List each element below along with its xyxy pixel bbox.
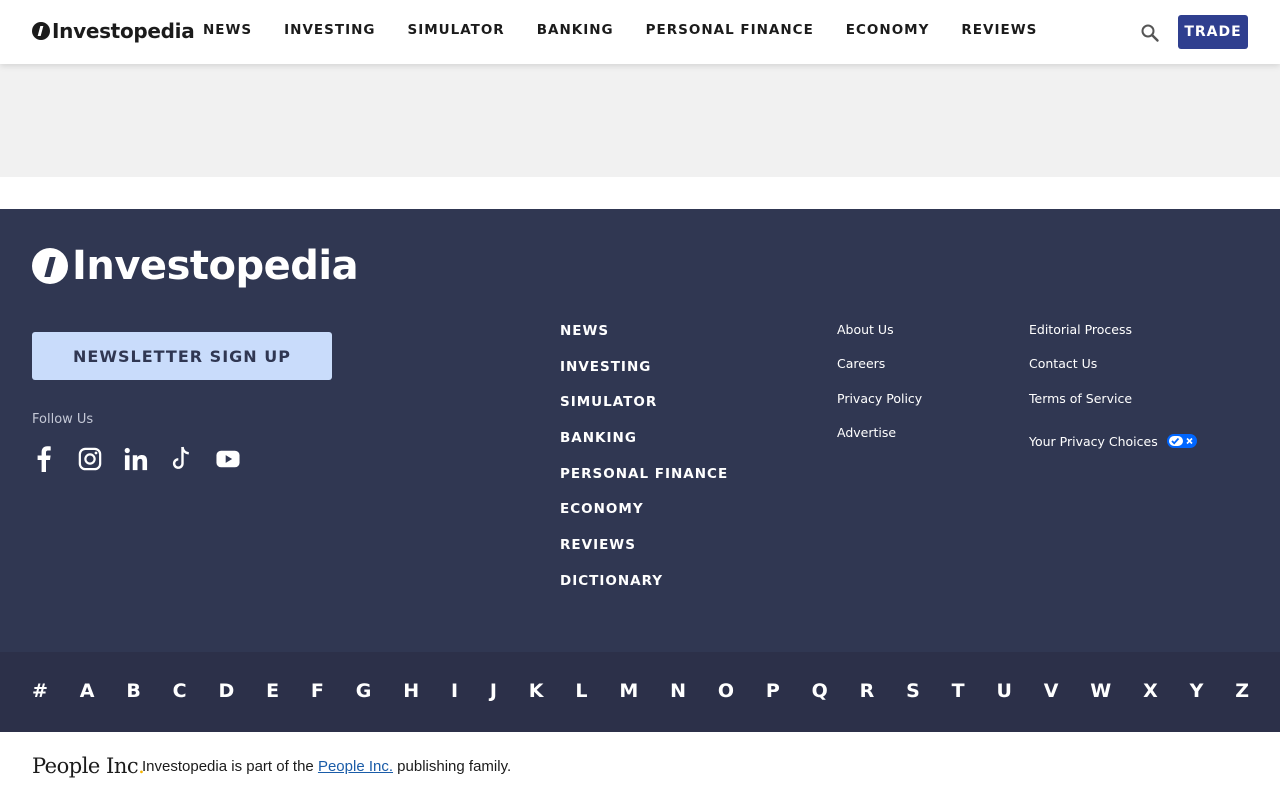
contact-us-link[interactable]: Contact Us [1029,355,1197,389]
advertise-link[interactable]: Advertise [837,424,922,458]
logo-mark-icon [32,22,50,40]
about-us-link[interactable]: About Us [837,321,922,355]
alpha-link[interactable]: Y [1190,680,1204,702]
footer-logo-text: Investopedia [72,243,359,289]
investopedia-logo[interactable]: Investopedia [32,19,195,43]
footer-links-col1: About Us Careers Privacy Policy Advertis… [837,321,922,458]
follow-us-label: Follow Us [32,412,94,427]
nav-reviews[interactable]: REVIEWS [961,22,1037,38]
alpha-link[interactable]: N [670,680,686,702]
people-inc-logo[interactable]: People Inc. [32,754,145,778]
logo-text: Investopedia [52,19,195,43]
alpha-link[interactable]: A [80,680,95,702]
footer-links-col2: Editorial Process Contact Us Terms of Se… [1029,321,1197,458]
footer-nav-simulator[interactable]: SIMULATOR [560,392,728,428]
alpha-link[interactable]: F [311,680,324,702]
alpha-link[interactable]: E [266,680,279,702]
facebook-icon[interactable] [32,446,56,472]
nav-banking[interactable]: BANKING [537,22,614,38]
privacy-choices-label: Your Privacy Choices [1029,433,1158,449]
privacy-policy-link[interactable]: Privacy Policy [837,390,922,424]
nav-economy[interactable]: ECONOMY [846,22,930,38]
footer-logo-mark-icon [32,248,68,284]
alpha-link[interactable]: V [1044,680,1059,702]
footer-nav-reviews[interactable]: REVIEWS [560,535,728,571]
footer-nav-personal-finance[interactable]: PERSONAL FINANCE [560,464,728,500]
ad-placeholder [0,64,1280,177]
footer-nav-investing[interactable]: INVESTING [560,357,728,393]
social-links [32,446,262,472]
alpha-link[interactable]: Q [812,680,828,702]
editorial-process-link[interactable]: Editorial Process [1029,321,1197,355]
alpha-link[interactable]: # [32,680,48,702]
alpha-link[interactable]: O [718,680,734,702]
publisher-text-after: publishing family. [393,758,512,775]
trade-button[interactable]: TRADE [1178,15,1248,49]
footer-nav-economy[interactable]: ECONOMY [560,499,728,535]
tiktok-icon[interactable] [170,446,194,472]
alpha-link[interactable]: C [173,680,187,702]
site-footer: Investopedia NEWSLETTER SIGN UP Follow U… [0,209,1280,652]
main-nav: NEWS INVESTING SIMULATOR BANKING PERSONA… [203,22,1069,38]
alpha-link[interactable]: G [356,680,372,702]
alpha-link[interactable]: B [126,680,140,702]
people-logo-text: People Inc [32,754,139,778]
alpha-link[interactable]: R [860,680,875,702]
nav-investing[interactable]: INVESTING [284,22,375,38]
footer-logo[interactable]: Investopedia [32,243,359,289]
footer-nav-dictionary[interactable]: DICTIONARY [560,571,728,607]
alpha-link[interactable]: T [952,680,965,702]
careers-link[interactable]: Careers [837,355,922,389]
instagram-icon[interactable] [78,446,102,472]
alpha-link[interactable]: U [996,680,1011,702]
alpha-link[interactable]: W [1090,680,1111,702]
nav-simulator[interactable]: SIMULATOR [407,22,504,38]
newsletter-signup-button[interactable]: NEWSLETTER SIGN UP [32,332,332,380]
publisher-text: Investopedia is part of the People Inc. … [142,758,511,775]
footer-nav-banking[interactable]: BANKING [560,428,728,464]
alpha-link[interactable]: Z [1235,680,1249,702]
nav-personal-finance[interactable]: PERSONAL FINANCE [646,22,814,38]
search-icon[interactable] [1140,23,1160,43]
alpha-link[interactable]: J [490,680,497,702]
alpha-link[interactable]: K [529,680,544,702]
people-inc-link[interactable]: People Inc. [318,758,393,775]
alpha-link[interactable]: X [1143,680,1158,702]
dictionary-alphabet-bar: # A B C D E F G H I J K L M N O P Q R S … [0,652,1280,732]
nav-news[interactable]: NEWS [203,22,252,38]
alpha-link[interactable]: D [218,680,234,702]
publisher-bar: People Inc. Investopedia is part of the … [0,732,1280,800]
alpha-link[interactable]: M [619,680,638,702]
alpha-link[interactable]: I [451,680,458,702]
alpha-link[interactable]: H [403,680,419,702]
publisher-text-before: Investopedia is part of the [142,758,318,775]
privacy-choices-icon [1166,434,1197,449]
terms-of-service-link[interactable]: Terms of Service [1029,390,1197,424]
site-header: Investopedia NEWS INVESTING SIMULATOR BA… [0,0,1280,64]
alpha-link[interactable]: P [766,680,780,702]
alpha-link[interactable]: S [906,680,920,702]
footer-nav: NEWS INVESTING SIMULATOR BANKING PERSONA… [560,321,728,607]
linkedin-icon[interactable] [124,446,148,472]
footer-nav-news[interactable]: NEWS [560,321,728,357]
alpha-link[interactable]: L [575,680,587,702]
privacy-choices-link[interactable]: Your Privacy Choices [1029,424,1197,458]
youtube-icon[interactable] [216,446,240,472]
